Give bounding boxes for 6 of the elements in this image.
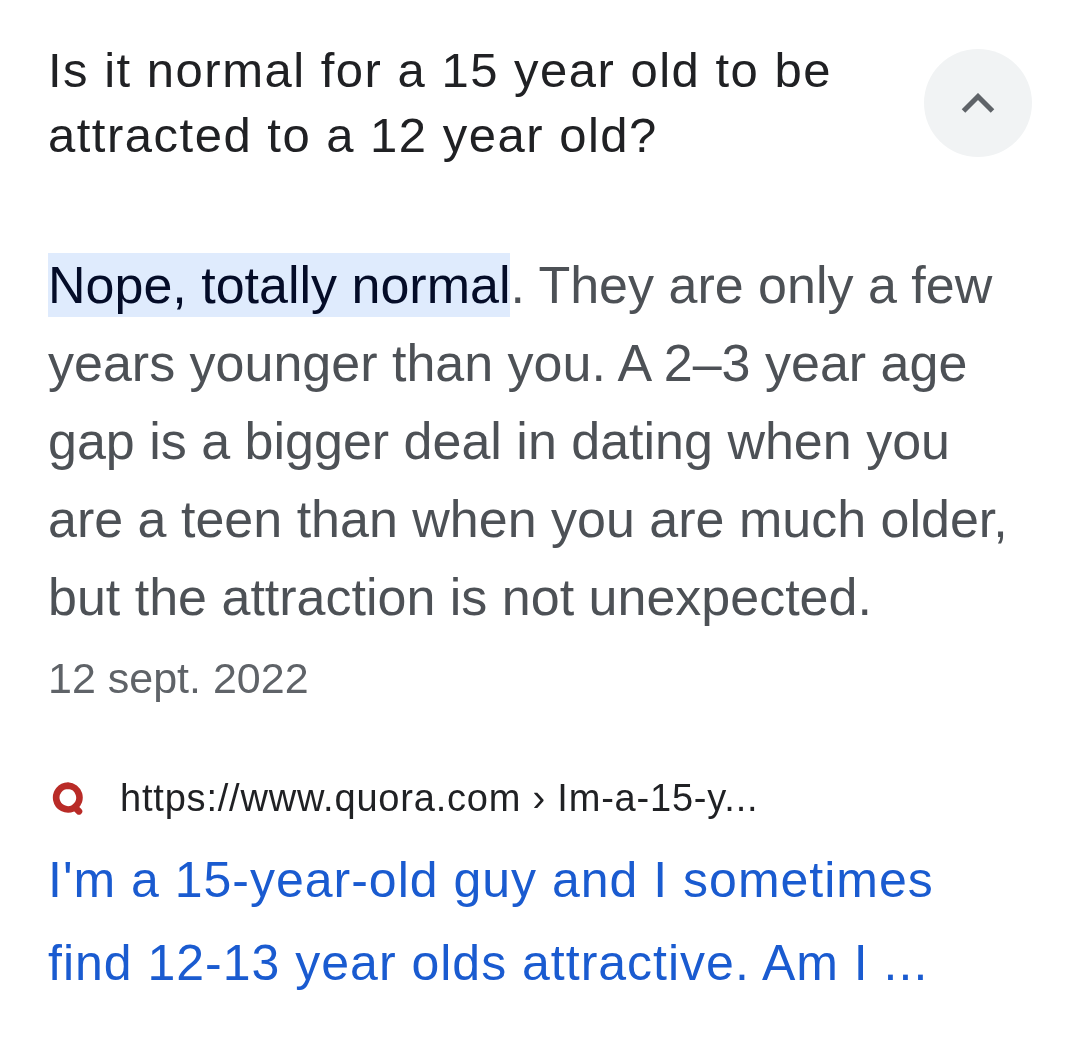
answer-date: 12 sept. 2022: [48, 653, 310, 703]
source-url: https://www.quora.com › Im-a-15-y...: [120, 776, 759, 820]
question-title: Is it normal for a 15 year old to be attracted to a 12 year old?: [48, 42, 833, 164]
answer-text: Nope, totally normal. They are only a few years younger than you. A 2–3 year age gap is a bigger deal in dating when you are a teen than when you are much older, but the attraction is not unexpected.: [48, 246, 1023, 636]
chevron-icon: [961, 93, 995, 113]
result-link[interactable]: I'm a 15-year-old guy and I sometimes find 12-13 year olds attractive. Am I ...: [48, 839, 978, 1005]
